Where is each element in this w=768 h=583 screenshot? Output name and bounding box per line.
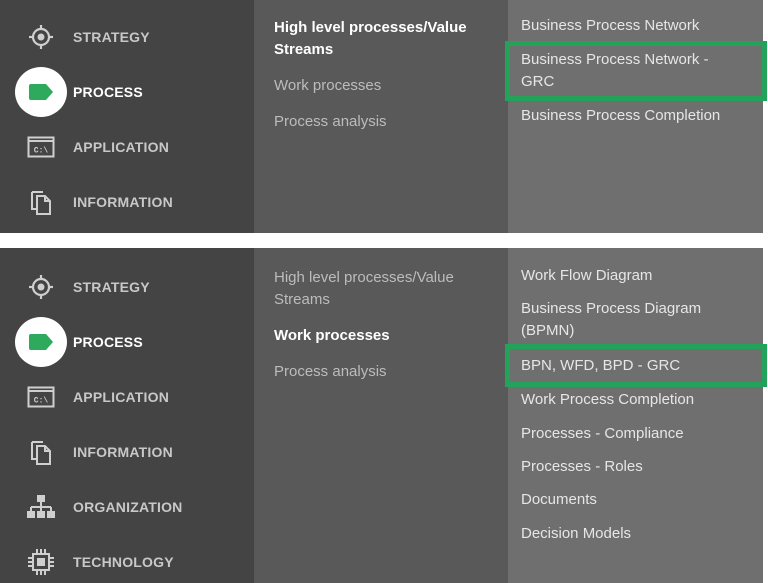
menu-item-value-streams[interactable]: High level processes/Value Streams (274, 267, 494, 311)
nav-item-technology[interactable]: TECHNOLOGY (0, 542, 254, 582)
submenu-item[interactable]: Work Process Completion (521, 389, 756, 411)
documents-icon (20, 432, 62, 472)
nav-item-process[interactable]: PROCESS (0, 317, 254, 367)
svg-text:C:\: C:\ (34, 147, 49, 156)
highlight-box (505, 344, 767, 387)
submenu-item[interactable]: Business Process Network (521, 15, 756, 37)
nav-item-strategy[interactable]: STRATEGY (0, 17, 254, 57)
nav-item-application[interactable]: C:\ APPLICATION (0, 377, 254, 417)
nav-label-information: INFORMATION (73, 444, 173, 460)
highlight-box (505, 41, 767, 101)
documents-icon (20, 182, 62, 222)
nav-label-technology: TECHNOLOGY (73, 554, 174, 570)
nav-label-strategy: STRATEGY (73, 279, 150, 295)
submenu-item[interactable]: Processes - Roles (521, 456, 756, 478)
submenu-item[interactable]: Work Flow Diagram (521, 265, 756, 287)
nav-item-information[interactable]: INFORMATION (0, 432, 254, 472)
nav-label-process: PROCESS (73, 84, 143, 100)
terminal-icon: C:\ (20, 377, 62, 417)
terminal-icon: C:\ (20, 127, 62, 167)
nav-item-information[interactable]: INFORMATION (0, 182, 254, 222)
nav-label-strategy: STRATEGY (73, 29, 150, 45)
process-icon (15, 67, 67, 117)
menu-panel-2: STRATEGY PROCESS C:\ APPLICATION INFORMA… (0, 248, 768, 583)
process-icon (15, 317, 67, 367)
nav-label-application: APPLICATION (73, 139, 170, 155)
nav-item-strategy[interactable]: STRATEGY (0, 267, 254, 307)
nav-label-information: INFORMATION (73, 194, 173, 210)
crosshair-icon (20, 267, 62, 307)
submenu-item[interactable]: Documents (521, 489, 756, 511)
submenu-item[interactable]: Business Process Diagram (BPMN) (521, 298, 726, 342)
nav-item-organization[interactable]: ORGANIZATION (0, 487, 254, 527)
nav-label-process: PROCESS (73, 334, 143, 350)
nav-item-application[interactable]: C:\ APPLICATION (0, 127, 254, 167)
nav-label-application: APPLICATION (73, 389, 170, 405)
menu-item-process-analysis[interactable]: Process analysis (274, 111, 494, 133)
crosshair-icon (20, 17, 62, 57)
menu-item-work-processes[interactable]: Work processes (274, 325, 494, 347)
nav-item-process[interactable]: PROCESS (0, 67, 254, 117)
submenu-item[interactable]: Decision Models (521, 523, 756, 545)
nav-label-organization: ORGANIZATION (73, 499, 183, 515)
org-chart-icon (20, 487, 62, 527)
chip-icon (20, 542, 62, 582)
menu-item-process-analysis[interactable]: Process analysis (274, 361, 494, 383)
nav-sidebar: STRATEGY PROCESS C:\ APPLICATION INFORMA… (0, 0, 254, 233)
submenu-item[interactable]: Processes - Compliance (521, 423, 756, 445)
menu-panel-1: STRATEGY PROCESS C:\ APPLICATION INFORMA… (0, 0, 768, 233)
svg-text:C:\: C:\ (34, 397, 49, 406)
menu-item-work-processes[interactable]: Work processes (274, 75, 494, 97)
submenu-item[interactable]: Business Process Completion (521, 105, 756, 127)
menu-item-value-streams[interactable]: High level processes/Value Streams (274, 17, 494, 61)
nav-sidebar: STRATEGY PROCESS C:\ APPLICATION INFORMA… (0, 248, 254, 583)
